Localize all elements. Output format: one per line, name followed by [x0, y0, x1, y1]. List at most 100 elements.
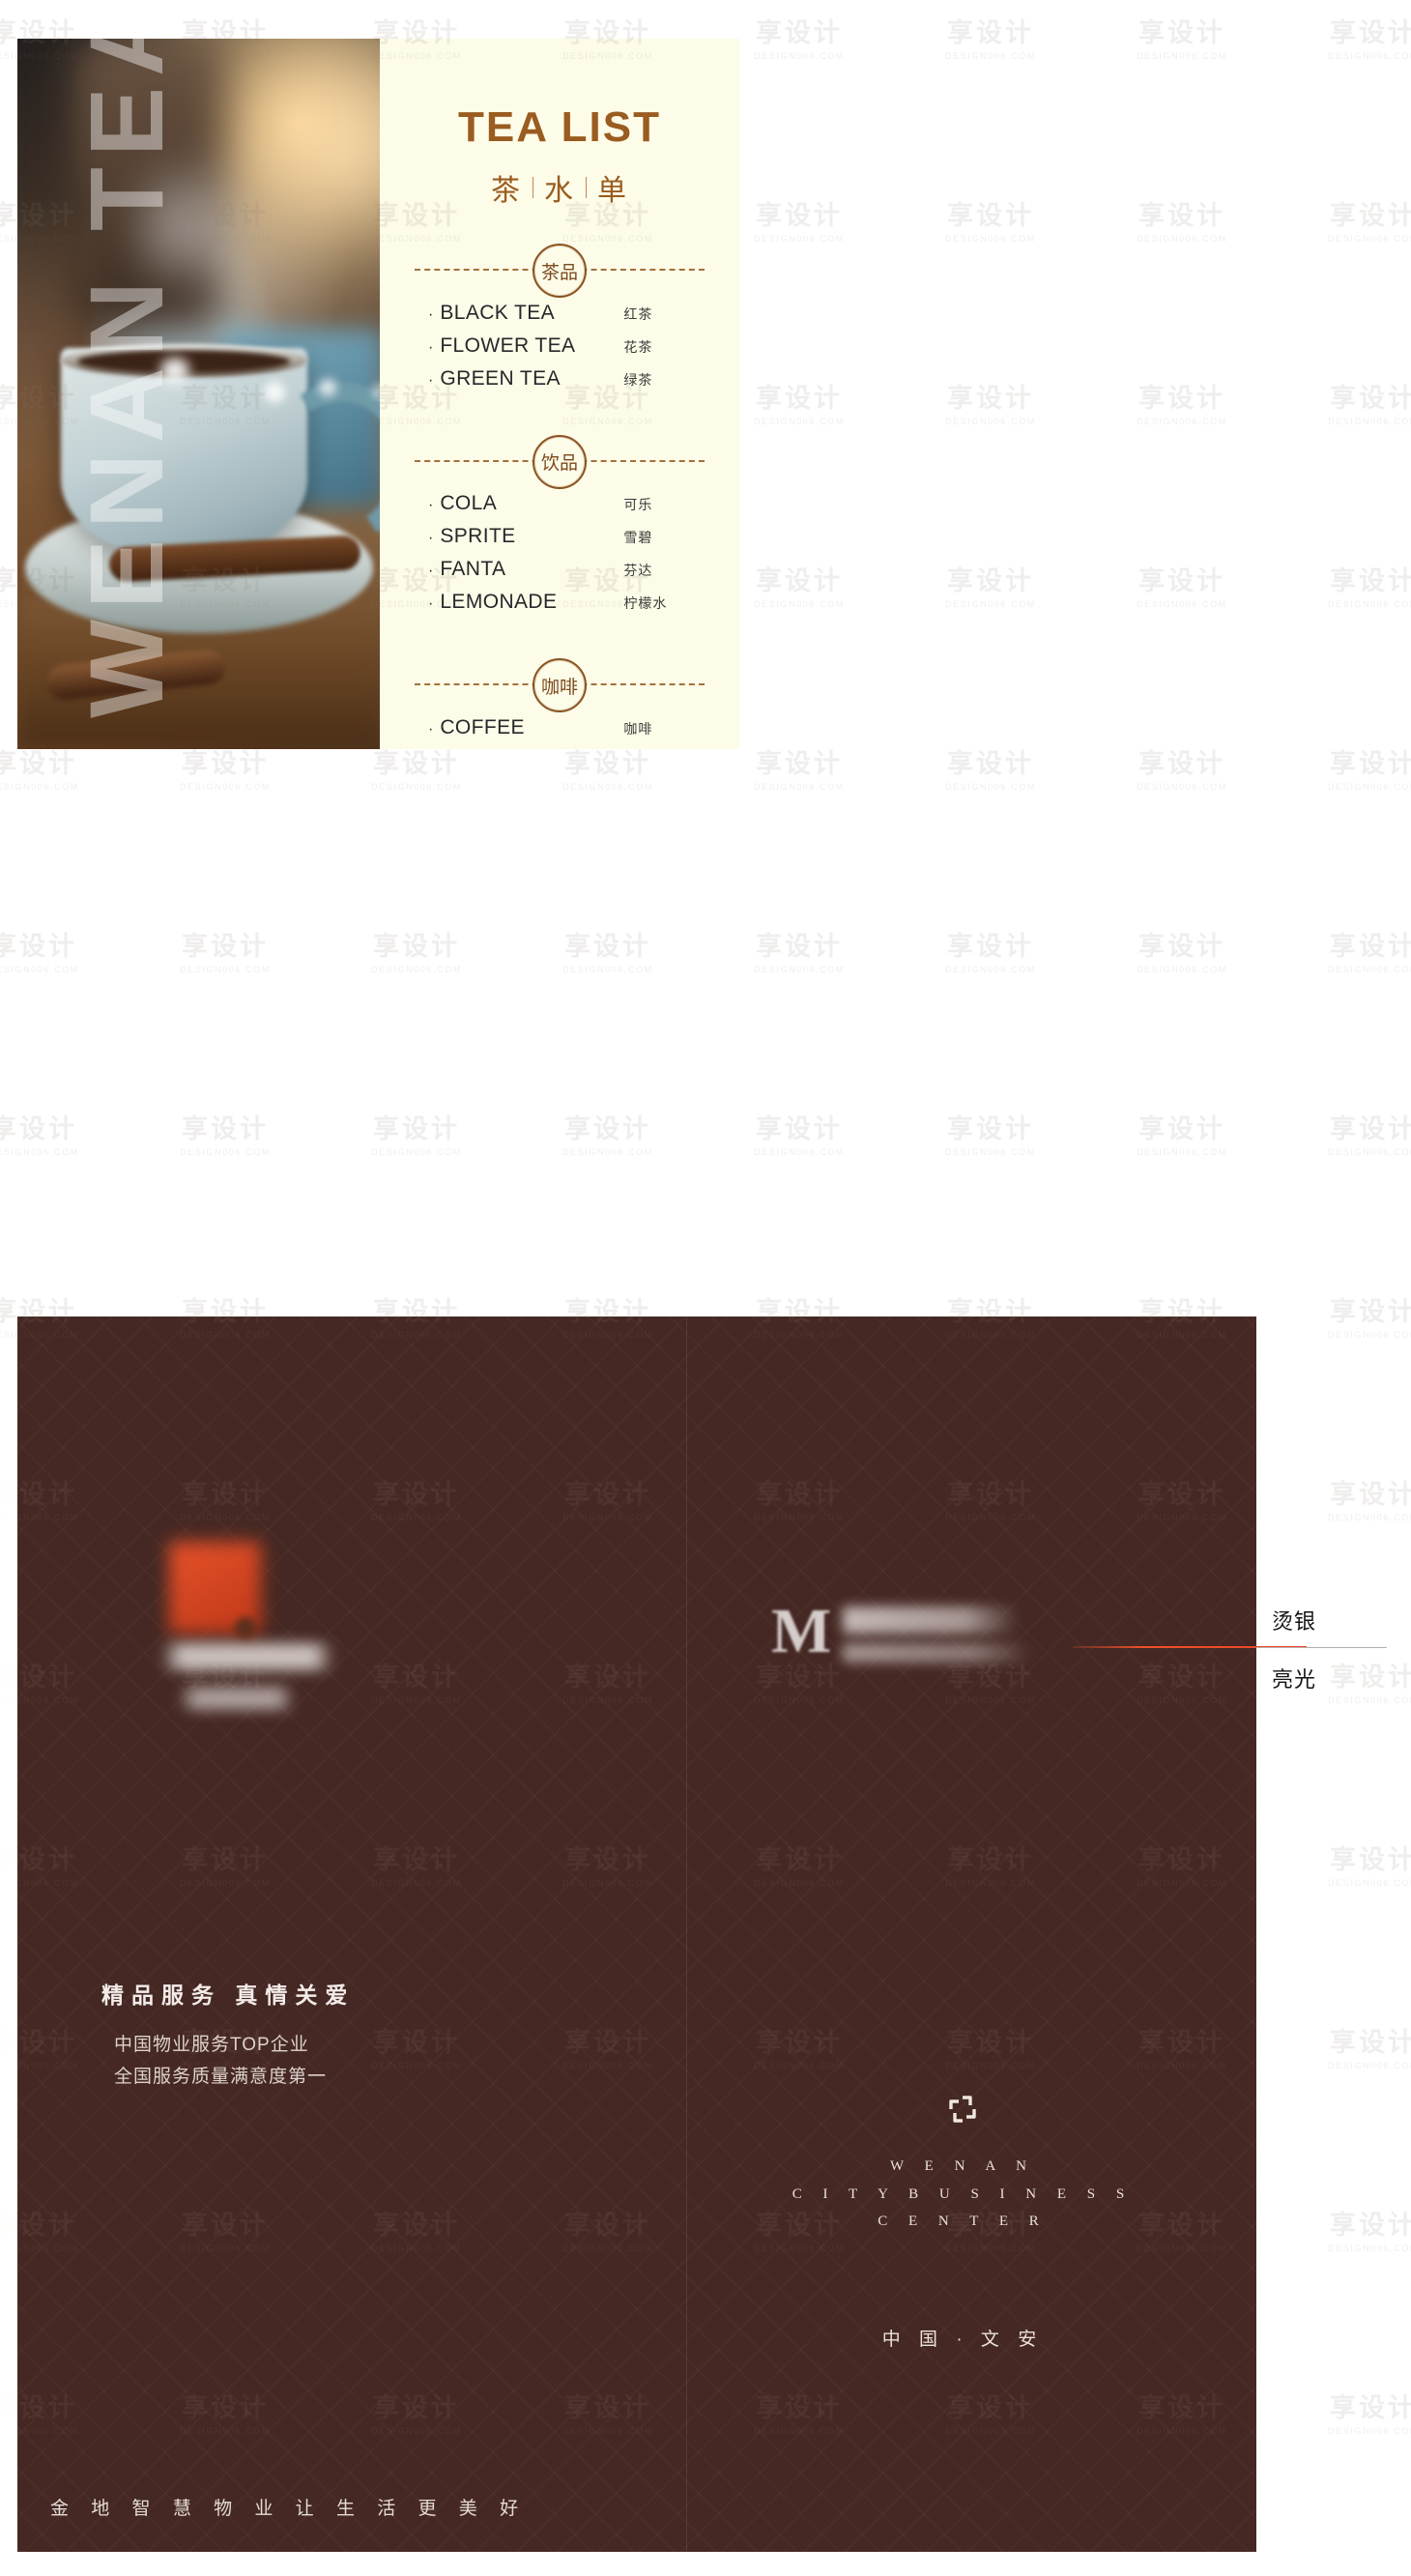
menu-item[interactable]: · COLA 可乐: [415, 492, 705, 515]
menu-item-name: COLA: [440, 492, 498, 515]
callout-rule: [1256, 1647, 1387, 1648]
watermark: 享设计 DESIGN006.COM: [1301, 2028, 1411, 2070]
menu-item-name: BLACK TEA: [440, 301, 556, 324]
watermark-en: DESIGN006.COM: [1137, 233, 1227, 244]
watermark: 享设计 DESIGN006.COM: [1109, 18, 1254, 60]
watermark: 享设计 DESIGN006.COM: [727, 932, 872, 973]
menu-item-name: COFFEE: [440, 716, 525, 739]
slogan-line-2: 全国服务质量满意度第一: [114, 2067, 328, 2087]
watermark: 享设计 DESIGN006.COM: [1301, 566, 1411, 608]
watermark-en: DESIGN006.COM: [0, 1146, 79, 1157]
watermark-cn: 享设计: [947, 932, 1034, 961]
watermark-cn: 享设计: [947, 384, 1034, 413]
watermark: 享设计 DESIGN006.COM: [918, 932, 1063, 973]
menu-item[interactable]: · FANTA 芬达: [415, 558, 705, 581]
watermark-en: DESIGN006.COM: [1328, 2060, 1411, 2070]
subtitle-char-2: 水: [544, 175, 575, 207]
watermark-cn: 享设计: [1138, 749, 1225, 778]
watermark: 享设计 DESIGN006.COM: [918, 749, 1063, 791]
watermark: 享设计 DESIGN006.COM: [1301, 1297, 1411, 1339]
watermark-en: DESIGN006.COM: [945, 416, 1036, 426]
watermark-cn: 享设计: [947, 18, 1034, 47]
watermark-en: DESIGN006.COM: [1328, 50, 1411, 61]
center-logo-line-2: C I T Y B U S I N E S S: [792, 2185, 1134, 2202]
menu-item[interactable]: · FLOWER TEA 花茶: [415, 334, 705, 358]
watermark-cn: 享设计: [947, 1114, 1034, 1143]
menu-item-name: GREEN TEA: [440, 366, 561, 390]
watermark-en: DESIGN006.COM: [1328, 233, 1411, 244]
watermark: 享设计 DESIGN006.COM: [344, 1114, 489, 1156]
menu-item-name: LEMONADE: [440, 591, 558, 614]
watermark-en: DESIGN006.COM: [945, 50, 1036, 61]
watermark-en: DESIGN006.COM: [1328, 1512, 1411, 1522]
watermark-en: DESIGN006.COM: [1328, 964, 1411, 974]
watermark-cn: 享设计: [1330, 2211, 1411, 2240]
partner-logo-name-cn: [843, 1606, 1019, 1634]
brand-card: [17, 1317, 1256, 2552]
watermark-en: DESIGN006.COM: [754, 233, 845, 244]
card-texture: [17, 1317, 1256, 2552]
watermark: 享设计 DESIGN006.COM: [918, 384, 1063, 426]
watermark: 享设计 DESIGN006.COM: [727, 18, 872, 60]
menu-item-name-cn: 柠檬水: [623, 595, 668, 612]
watermark-en: DESIGN006.COM: [0, 964, 79, 974]
menu-item-name-cn: 雪碧: [623, 530, 653, 546]
watermark-en: DESIGN006.COM: [754, 781, 845, 792]
watermark-en: DESIGN006.COM: [945, 1146, 1036, 1157]
watermark-en: DESIGN006.COM: [1328, 781, 1411, 792]
watermark: 享设计 DESIGN006.COM: [1109, 201, 1254, 244]
menu-group-coffee: · COFFEE 咖啡: [415, 716, 705, 749]
center-logo: W E N A N C I T Y B U S I N E S S C E N …: [669, 2093, 1256, 2236]
watermark: 享设计 DESIGN006.COM: [918, 566, 1063, 609]
watermark-en: DESIGN006.COM: [945, 233, 1036, 244]
watermark-en: DESIGN006.COM: [945, 598, 1036, 609]
jindi-wordmark: [160, 1643, 334, 1670]
watermark: 享设计 DESIGN006.COM: [1109, 749, 1254, 792]
watermark-en: DESIGN006.COM: [1328, 1694, 1411, 1705]
menu-item-name-cn: 红茶: [623, 305, 653, 322]
bullet-icon: ·: [428, 497, 434, 514]
watermark-en: DESIGN006.COM: [371, 781, 462, 792]
watermark-cn: 享设计: [1330, 2393, 1411, 2422]
partner-logo-letter: M: [771, 1596, 832, 1666]
watermark-en: DESIGN006.COM: [1328, 416, 1411, 426]
callout-label-bottom: 亮光: [1272, 1667, 1317, 1692]
watermark: 享设计 DESIGN006.COM: [727, 566, 872, 608]
watermark-en: DESIGN006.COM: [371, 964, 462, 974]
watermark: 享设计 DESIGN006.COM: [153, 749, 298, 791]
bullet-icon: ·: [428, 338, 434, 356]
watermark-cn: 享设计: [947, 749, 1034, 778]
menu-item[interactable]: · COFFEE 咖啡: [415, 716, 705, 739]
watermark-cn: 享设计: [1330, 1114, 1411, 1143]
watermark-cn: 享设计: [564, 932, 651, 961]
section-stamp-coffee: 咖啡: [533, 658, 587, 713]
center-logo-line-3: C E N T E R: [878, 2214, 1048, 2229]
menu-item-name: FLOWER TEA: [440, 333, 576, 357]
watermark-cn: 享设计: [1138, 384, 1225, 413]
photo-glow: [235, 39, 380, 290]
watermark-en: DESIGN006.COM: [1137, 1146, 1227, 1157]
watermark: 享设计 DESIGN006.COM: [0, 932, 106, 974]
center-logo-line-1: W E N A N: [890, 2158, 1035, 2174]
watermark-cn: 享设计: [1330, 18, 1411, 47]
menu-item[interactable]: · BLACK TEA 红茶: [415, 302, 705, 325]
watermark-cn: 享设计: [1138, 201, 1225, 230]
watermark-en: DESIGN006.COM: [1137, 781, 1227, 792]
center-logo-place: 中 国 · 文 安: [881, 2330, 1044, 2350]
watermark-cn: 享设计: [182, 1114, 269, 1143]
watermark: 享设计 DESIGN006.COM: [727, 384, 872, 425]
photo-highlight: [264, 382, 285, 403]
menu-item[interactable]: · GREEN TEA 绿茶: [415, 367, 705, 391]
watermark-en: DESIGN006.COM: [1137, 598, 1227, 609]
menu-item[interactable]: · SPRITE 雪碧: [415, 525, 705, 548]
watermark: 享设计 DESIGN006.COM: [1301, 2393, 1411, 2435]
menu-item[interactable]: · LEMONADE 柠檬水: [415, 591, 705, 614]
watermark: 享设计 DESIGN006.COM: [344, 749, 489, 792]
watermark-cn: 享设计: [1330, 566, 1411, 595]
watermark: 享设计 DESIGN006.COM: [344, 932, 489, 974]
watermark-en: DESIGN006.COM: [562, 781, 653, 792]
section-header-tea: 茶品: [415, 244, 705, 298]
watermark: 享设计 DESIGN006.COM: [153, 1114, 298, 1156]
photo-highlight-2: [319, 379, 336, 396]
watermark-en: DESIGN006.COM: [1328, 1146, 1411, 1157]
